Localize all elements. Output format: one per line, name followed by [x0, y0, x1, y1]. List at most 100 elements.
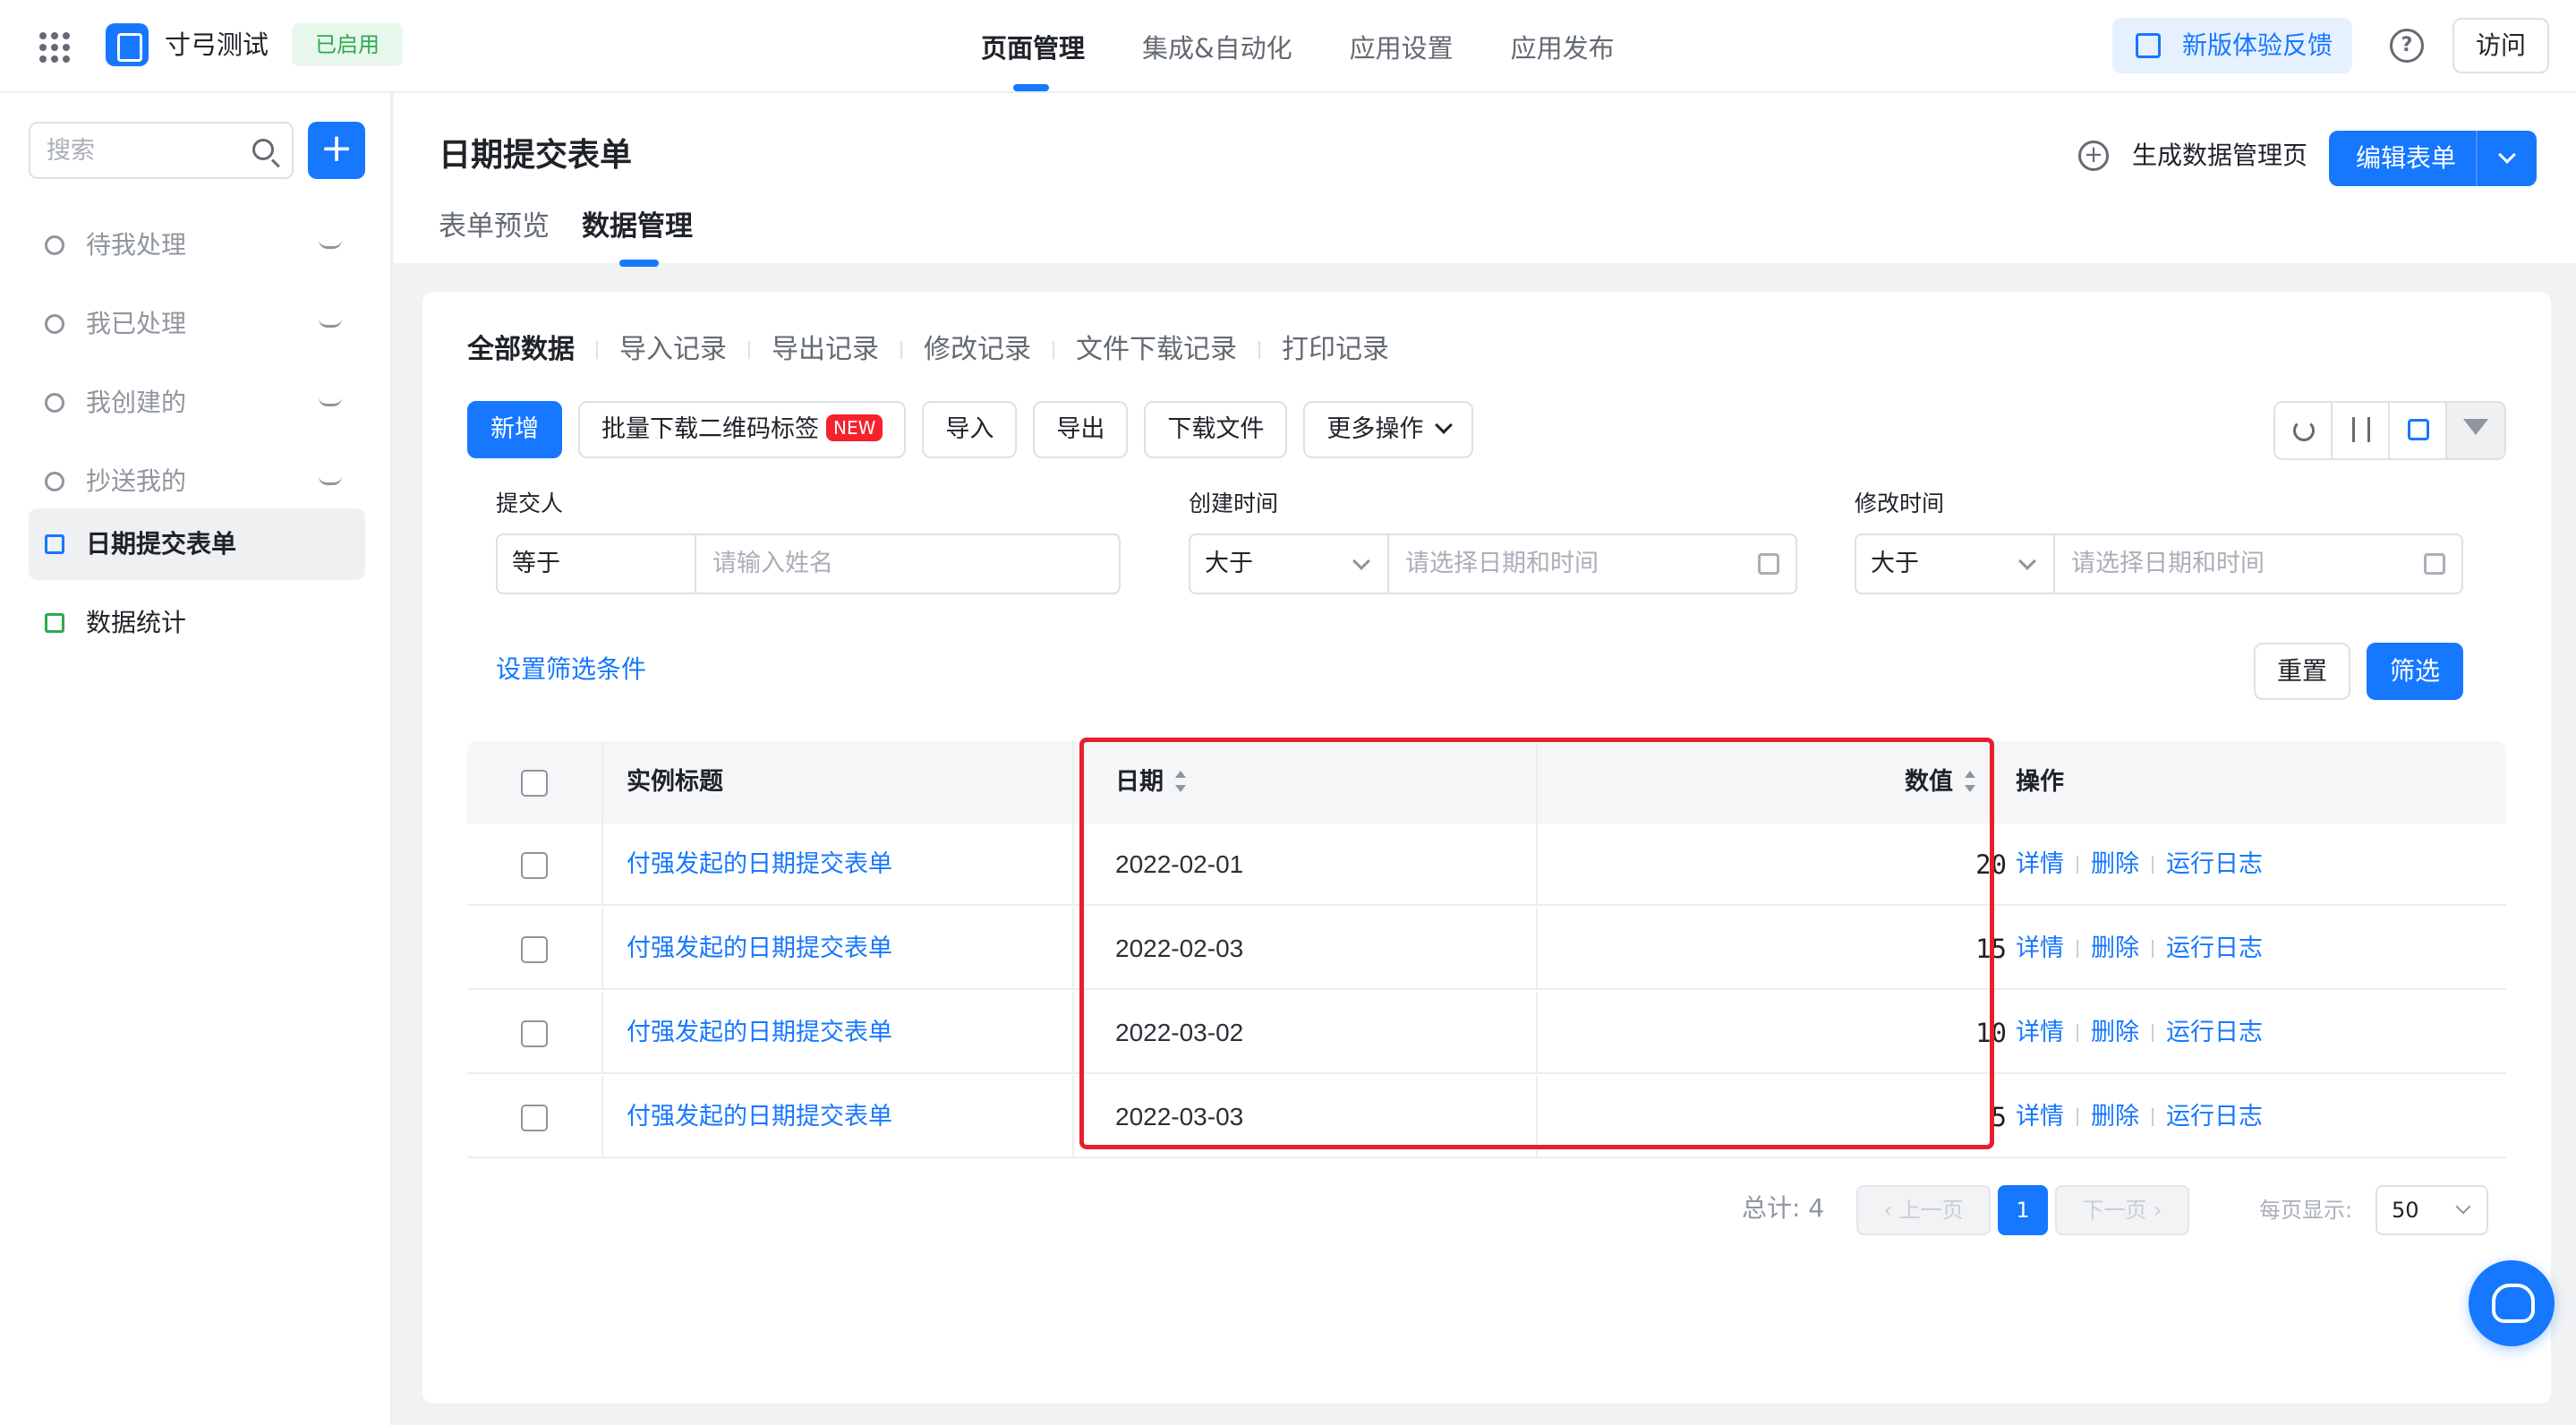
column-settings-button[interactable]: [2390, 403, 2447, 458]
header-date[interactable]: 日期: [1115, 741, 1187, 823]
run-log-link[interactable]: 运行日志: [2166, 992, 2263, 1074]
row-checkbox[interactable]: [521, 852, 548, 879]
created-datetime-input[interactable]: 请选择日期和时间: [1389, 535, 1796, 593]
sort-icon[interactable]: [1174, 771, 1187, 792]
tab-form-preview[interactable]: 表单预览: [439, 206, 550, 247]
tab-file-download-records[interactable]: 文件下载记录: [1076, 331, 1237, 369]
detail-link[interactable]: 详情: [2016, 908, 2064, 990]
per-page-select[interactable]: 50: [2376, 1185, 2488, 1235]
nav-app-publish[interactable]: 应用发布: [1511, 0, 1615, 93]
delete-link[interactable]: 删除: [2091, 823, 2139, 906]
app-name: 寸弓测试: [165, 30, 269, 60]
created-placeholder: 请选择日期和时间: [1405, 550, 1599, 577]
feedback-button[interactable]: 新版体验反馈: [2112, 18, 2352, 73]
detail-link[interactable]: 详情: [2016, 823, 2064, 906]
nav-page-management[interactable]: 页面管理: [981, 0, 1085, 93]
submitter-input[interactable]: 请输入姓名: [696, 535, 1119, 593]
tab-print-records[interactable]: 打印记录: [1282, 331, 1389, 369]
row-checkbox[interactable]: [521, 1105, 548, 1131]
modified-placeholder: 请选择日期和时间: [2071, 550, 2265, 577]
eye-hidden-icon[interactable]: [319, 476, 342, 485]
sidebar-item-date-form[interactable]: 日期提交表单: [29, 508, 365, 580]
chevron-down-icon[interactable]: [2498, 146, 2516, 164]
modified-operator[interactable]: 大于: [1856, 535, 2055, 593]
row-checkbox[interactable]: [521, 936, 548, 963]
sort-icon[interactable]: [1964, 771, 1976, 792]
eye-hidden-icon[interactable]: [319, 240, 342, 249]
app-grid-icon[interactable]: [39, 32, 70, 63]
sidebar-item-created[interactable]: 我创建的: [29, 367, 365, 439]
detail-link[interactable]: 详情: [2016, 1076, 2064, 1158]
sidebar-item-cc[interactable]: 抄送我的: [29, 446, 365, 517]
sort-button[interactable]: [2333, 403, 2390, 458]
sidebar-item-processed[interactable]: 我已处理: [29, 288, 365, 360]
more-actions-button[interactable]: 更多操作: [1303, 401, 1474, 458]
search-icon[interactable]: [252, 139, 274, 160]
row-title-link[interactable]: 付强发起的日期提交表单: [627, 1076, 892, 1158]
reset-button[interactable]: 重置: [2254, 643, 2350, 700]
delete-link[interactable]: 删除: [2091, 992, 2139, 1074]
submitter-operator[interactable]: 等于: [498, 535, 696, 593]
row-actions: 详情 删除 运行日志: [2016, 992, 2263, 1074]
tab-modify-records[interactable]: 修改记录: [924, 331, 1031, 369]
sidebar-item-pending[interactable]: 待我处理: [29, 209, 365, 281]
add-record-button[interactable]: 新增: [467, 401, 562, 458]
table-settings-icon: [2408, 419, 2429, 440]
customer-service-icon[interactable]: [2469, 1260, 2555, 1346]
select-all-checkbox[interactable]: [521, 770, 548, 797]
search-input[interactable]: [30, 124, 227, 177]
run-log-link[interactable]: 运行日志: [2166, 823, 2263, 906]
modified-datetime-input[interactable]: 请选择日期和时间: [2055, 535, 2461, 593]
sidebar-item-statistics[interactable]: 数据统计: [29, 587, 365, 659]
detail-link[interactable]: 详情: [2016, 992, 2064, 1074]
row-value: 10: [1975, 1018, 2007, 1048]
set-filter-link[interactable]: 设置筛选条件: [496, 652, 646, 687]
refresh-button[interactable]: [2275, 403, 2333, 458]
row-title-link[interactable]: 付强发起的日期提交表单: [627, 992, 892, 1074]
filter-label-modified: 修改时间: [1855, 491, 1945, 516]
run-log-link[interactable]: 运行日志: [2166, 1076, 2263, 1158]
filter-created: 大于 请选择日期和时间: [1189, 533, 1797, 594]
tab-import-records[interactable]: 导入记录: [619, 331, 727, 369]
sidebar-search: [29, 122, 294, 179]
chevron-down-icon: [1352, 552, 1370, 570]
row-date: 2022-03-03: [1115, 1103, 1244, 1131]
page-number-current[interactable]: 1: [1998, 1185, 2048, 1235]
export-button[interactable]: 导出: [1033, 401, 1129, 458]
created-operator[interactable]: 大于: [1190, 535, 1389, 593]
filter-submitter: 等于 请输入姓名: [496, 533, 1121, 594]
filter-button[interactable]: 筛选: [2367, 643, 2463, 700]
eye-hidden-icon[interactable]: [319, 319, 342, 328]
prev-page-button[interactable]: ‹ 上一页: [1856, 1185, 1991, 1235]
tab-data-management[interactable]: 数据管理: [582, 206, 693, 267]
eye-hidden-icon[interactable]: [319, 397, 342, 406]
row-date: 2022-02-01: [1115, 850, 1244, 878]
delete-link[interactable]: 删除: [2091, 1076, 2139, 1158]
help-icon[interactable]: ?: [2390, 29, 2424, 63]
nav-integration-automation[interactable]: 集成&自动化: [1142, 0, 1292, 93]
header-actions: 操作: [2016, 768, 2064, 796]
add-page-button[interactable]: +: [308, 122, 365, 179]
filter-label-submitter: 提交人: [496, 491, 564, 516]
header-value[interactable]: 数值: [1536, 741, 1976, 823]
edit-form-button[interactable]: 编辑表单: [2329, 131, 2537, 186]
plus-circle-icon: +: [2078, 141, 2109, 171]
import-button[interactable]: 导入: [922, 401, 1018, 458]
chevron-down-icon: [1435, 416, 1454, 434]
filter-toggle-button[interactable]: [2447, 403, 2504, 458]
sidebar: + 待我处理 我已处理 我创建的 抄送我的 日期提交表单 数据统计: [0, 93, 392, 1425]
next-page-button[interactable]: 下一页 ›: [2055, 1185, 2189, 1235]
tab-export-records[interactable]: 导出记录: [772, 331, 879, 369]
batch-download-qr-button[interactable]: 批量下载二维码标签 NEW: [578, 401, 907, 458]
row-checkbox[interactable]: [521, 1020, 548, 1047]
delete-link[interactable]: 删除: [2091, 908, 2139, 990]
download-file-button[interactable]: 下载文件: [1144, 401, 1288, 458]
visit-button[interactable]: 访问: [2452, 18, 2549, 73]
row-title-link[interactable]: 付强发起的日期提交表单: [627, 908, 892, 990]
run-log-link[interactable]: 运行日志: [2166, 908, 2263, 990]
nav-app-settings[interactable]: 应用设置: [1350, 0, 1454, 93]
tab-all-data[interactable]: 全部数据: [467, 331, 575, 369]
row-title-link[interactable]: 付强发起的日期提交表单: [627, 823, 892, 906]
calendar-icon: [2424, 553, 2445, 575]
generate-manage-page-button[interactable]: + 生成数据管理页: [2078, 134, 2307, 177]
